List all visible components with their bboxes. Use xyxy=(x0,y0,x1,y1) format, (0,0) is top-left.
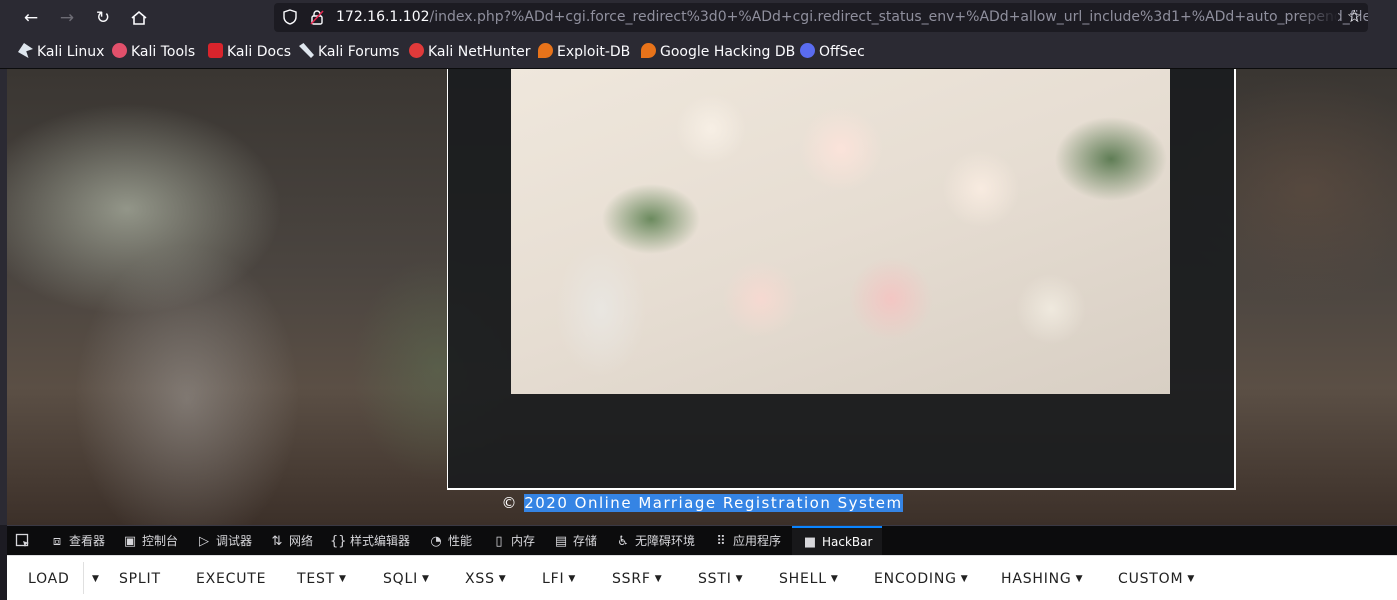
url-text[interactable]: 172.16.1.102/index.php?%ADd+cgi.force_re… xyxy=(336,9,1368,25)
hackbar-shell-menu[interactable]: SHELL ▼ xyxy=(779,570,839,588)
hackbar-xss-menu[interactable]: XSS ▼ xyxy=(465,570,507,588)
kali-docs-icon xyxy=(208,43,223,58)
url-host: 172.16.1.102 xyxy=(336,9,430,25)
nethunter-icon xyxy=(409,43,424,58)
caret-down-icon: ▼ xyxy=(960,574,969,584)
hackbar-custom-menu[interactable]: CUSTOM ▼ xyxy=(1118,570,1195,588)
hackbar-execute-button[interactable]: EXECUTE xyxy=(196,570,266,588)
memory-icon: ▯ xyxy=(495,534,503,549)
tab-application[interactable]: ⠿ 应用程序 xyxy=(713,526,781,556)
inspector-icon: ⧈ xyxy=(52,534,62,549)
browser-toolbar: ← → ↻ 172.16.1.102/index.php?%ADd+cgi.fo… xyxy=(0,0,1397,36)
page-content: © 2020 Online Marriage Registration Syst… xyxy=(7,69,1397,525)
bookmarks-toolbar: Kali Linux Kali Tools Kali Docs Kali For… xyxy=(0,36,1397,69)
bookmark-star-icon[interactable]: ☆ xyxy=(1347,7,1362,27)
hackbar-load-button[interactable]: LOAD xyxy=(28,570,70,588)
tab-accessibility[interactable]: ♿ 无障碍环境 xyxy=(615,526,695,556)
reload-icon[interactable]: ↻ xyxy=(91,6,115,30)
bookmark-exploit-db[interactable]: Exploit-DB xyxy=(538,43,630,61)
ghdb-icon xyxy=(641,43,656,58)
caret-down-icon: ▼ xyxy=(568,574,577,584)
gallery-panel xyxy=(447,69,1236,490)
tab-storage[interactable]: ▤ 存储 xyxy=(553,526,597,556)
tab-style-editor[interactable]: {} 样式编辑器 xyxy=(330,526,410,556)
console-icon: ▣ xyxy=(123,534,137,549)
wedding-bouquet-image xyxy=(511,69,1170,394)
hackbar-lfi-menu[interactable]: LFI ▼ xyxy=(542,570,576,588)
tab-console[interactable]: ▣ 控制台 xyxy=(122,526,178,556)
tracking-shield-icon[interactable] xyxy=(282,9,298,25)
tab-network[interactable]: ⇅ 网络 xyxy=(269,526,313,556)
caret-down-icon: ▼ xyxy=(735,574,744,584)
kali-tools-icon xyxy=(112,43,127,58)
hackbar-encoding-menu[interactable]: ENCODING ▼ xyxy=(874,570,968,588)
storage-icon: ▤ xyxy=(554,534,568,549)
kali-dragon-icon xyxy=(18,43,33,58)
sidebar-edge xyxy=(0,69,7,525)
caret-down-icon: ▼ xyxy=(830,574,839,584)
caret-down-icon: ▼ xyxy=(654,574,663,584)
hackbar-load-dropdown[interactable]: ▼ xyxy=(88,570,100,588)
page-footer: © 2020 Online Marriage Registration Syst… xyxy=(7,494,1397,512)
kali-forums-icon xyxy=(299,43,314,58)
tab-inspector[interactable]: ⧈ 查看器 xyxy=(49,526,105,556)
bookmark-kali-forums[interactable]: Kali Forums xyxy=(299,43,399,61)
hackbar-ssti-menu[interactable]: SSTI ▼ xyxy=(698,570,743,588)
caret-down-icon: ▼ xyxy=(339,574,347,584)
bookmark-kali-nethunter[interactable]: Kali NetHunter xyxy=(409,43,530,61)
url-fade xyxy=(1298,3,1338,32)
hackbar-split-button[interactable]: SPLIT xyxy=(119,570,161,588)
tab-debugger[interactable]: ▷ 调试器 xyxy=(196,526,252,556)
debugger-icon: ▷ xyxy=(199,534,209,549)
devtools-tabbar: ⧈ 查看器 ▣ 控制台 ▷ 调试器 ⇅ 网络 {} 样式编辑器 ◔ 性能 ▯ 内存 ▤ 存储 ♿… xyxy=(7,525,1397,556)
caret-down-icon: ▼ xyxy=(1187,574,1196,584)
copyright-symbol: © xyxy=(501,494,518,512)
footer-text-selected: 2020 Online Marriage Registration System xyxy=(524,494,903,512)
hackbar-test-menu[interactable]: TEST ▼ xyxy=(297,570,347,588)
exploit-db-icon xyxy=(538,43,553,58)
performance-icon: ◔ xyxy=(430,534,442,549)
caret-down-icon: ▼ xyxy=(498,574,507,584)
hackbar-icon: ■ xyxy=(803,535,817,550)
forward-arrow-icon[interactable]: → xyxy=(55,6,79,30)
tab-memory[interactable]: ▯ 内存 xyxy=(491,526,535,556)
hackbar-hashing-menu[interactable]: HASHING ▼ xyxy=(1001,570,1083,588)
url-bar[interactable]: 172.16.1.102/index.php?%ADd+cgi.force_re… xyxy=(274,3,1368,32)
hackbar-ssrf-menu[interactable]: SSRF ▼ xyxy=(612,570,663,588)
style-editor-icon: {} xyxy=(330,534,347,549)
back-arrow-icon[interactable]: ← xyxy=(19,6,43,30)
tab-hackbar[interactable]: ■ HackBar xyxy=(792,526,883,556)
caret-down-icon: ▼ xyxy=(422,574,430,584)
caret-down-icon: ▼ xyxy=(92,574,100,584)
tab-performance[interactable]: ◔ 性能 xyxy=(428,526,472,556)
hackbar-separator xyxy=(83,562,84,594)
home-icon[interactable] xyxy=(127,6,151,30)
bookmark-kali-tools[interactable]: Kali Tools xyxy=(112,43,195,61)
bookmark-google-hacking-db[interactable]: Google Hacking DB xyxy=(641,43,795,61)
accessibility-icon: ♿ xyxy=(617,534,629,549)
bookmark-kali-linux[interactable]: Kali Linux xyxy=(18,43,104,61)
bookmark-kali-docs[interactable]: Kali Docs xyxy=(208,43,291,61)
element-picker-icon[interactable] xyxy=(15,533,31,549)
hackbar-sqli-menu[interactable]: SQLI ▼ xyxy=(383,570,430,588)
hackbar-panel: LOAD ▼ SPLIT EXECUTE TEST ▼ SQLI ▼ XSS ▼ LF… xyxy=(7,555,1397,600)
offsec-icon xyxy=(800,43,815,58)
caret-down-icon: ▼ xyxy=(1075,574,1084,584)
lock-warning-icon[interactable] xyxy=(310,9,324,25)
bookmark-offsec[interactable]: OffSec xyxy=(800,43,865,61)
application-icon: ⠿ xyxy=(716,534,726,549)
network-icon: ⇅ xyxy=(271,534,283,549)
url-path: /index.php?%ADd+cgi.force_redirect%3d0+%… xyxy=(429,9,1368,25)
